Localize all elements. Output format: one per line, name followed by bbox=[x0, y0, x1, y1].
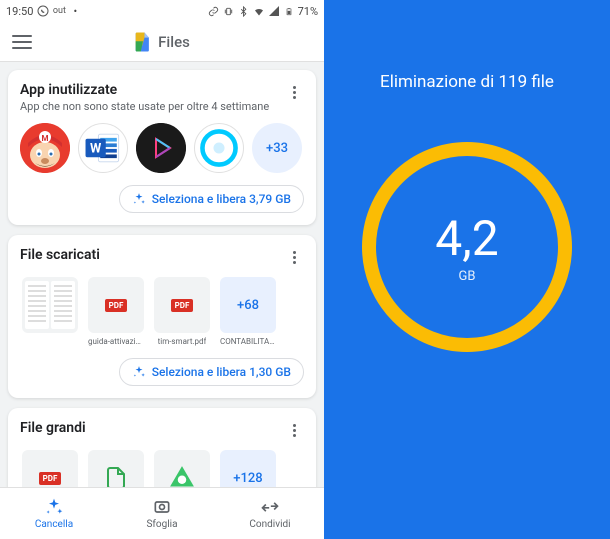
download-item[interactable]: +68 CONTABILITA_PU... bbox=[218, 277, 278, 346]
unused-apps-free-label: Seleziona e libera 3,79 GB bbox=[152, 192, 291, 206]
download-item-label: CONTABILITA_PU... bbox=[220, 337, 276, 346]
status-time: 19:50 bbox=[6, 5, 33, 18]
large-file-item[interactable]: Crash Bandicoot O... bbox=[86, 450, 146, 487]
progress-value: 4,2 bbox=[435, 210, 498, 267]
unused-apps-free-button[interactable]: Seleziona e libera 3,79 GB bbox=[119, 185, 304, 213]
bottom-nav: Cancella Sfoglia Condividi bbox=[0, 487, 324, 539]
deletion-title: Eliminazione di 119 file bbox=[380, 72, 554, 92]
signal-icon bbox=[268, 5, 280, 17]
nav-share[interactable]: Condividi bbox=[235, 497, 305, 530]
nav-browse-label: Sfoglia bbox=[146, 519, 177, 530]
progress-unit: GB bbox=[459, 269, 476, 284]
out-icon: out bbox=[53, 5, 65, 17]
unused-apps-more-count[interactable]: +33 bbox=[252, 123, 302, 173]
battery-percent: 71% bbox=[298, 5, 318, 18]
pdf-icon: PDF bbox=[39, 472, 62, 485]
bluetooth-icon bbox=[238, 5, 250, 17]
link-icon bbox=[208, 5, 220, 17]
large-file-item[interactable]: PDF Lakdawala, Cyrus ... bbox=[20, 450, 80, 487]
file-icon bbox=[104, 466, 128, 487]
deletion-progress-screen: Eliminazione di 119 file 4,2 GB bbox=[324, 0, 610, 539]
downloads-more-button[interactable] bbox=[284, 247, 304, 267]
battery-icon bbox=[283, 5, 295, 17]
download-item-label: guida-attivazione-f... bbox=[88, 337, 144, 346]
sparkle-icon bbox=[132, 192, 146, 206]
files-logo-icon bbox=[134, 31, 152, 53]
downloads-title: File scaricati bbox=[20, 247, 100, 263]
dot-icon: • bbox=[69, 5, 81, 17]
unused-apps-more-button[interactable] bbox=[284, 82, 304, 102]
large-files-more-count: +128 bbox=[220, 450, 276, 487]
unused-apps-subtitle: App che non sono state usate per oltre 4… bbox=[20, 100, 269, 113]
large-file-item[interactable]: +128 APKPure_v3.17.12... bbox=[218, 450, 278, 487]
status-bar: 19:50 out • bbox=[0, 0, 324, 22]
svg-text:W: W bbox=[90, 142, 102, 157]
browse-icon bbox=[152, 497, 172, 517]
app-icon-alexa[interactable] bbox=[194, 123, 244, 173]
large-files-card: File grandi PDF Lakdawala, Cyrus ... Cra… bbox=[8, 408, 316, 487]
card-scroll-area: App inutilizzate App che non sono state … bbox=[0, 62, 324, 487]
downloads-card: File scaricati PDF guida-attivazione-f..… bbox=[8, 235, 316, 398]
sparkle-icon bbox=[132, 365, 146, 379]
files-app-screen: 19:50 out • bbox=[0, 0, 324, 539]
app-icon-word[interactable]: W bbox=[78, 123, 128, 173]
pdf-icon: PDF bbox=[105, 299, 128, 312]
app-icon-mario[interactable]: M bbox=[20, 123, 70, 173]
downloads-free-label: Seleziona e libera 1,30 GB bbox=[152, 365, 291, 379]
app-icon-video[interactable] bbox=[136, 123, 186, 173]
unused-apps-card: App inutilizzate App che non sono state … bbox=[8, 70, 316, 225]
app-bar: Files bbox=[0, 22, 324, 62]
download-item-label: tim-smart.pdf bbox=[158, 337, 207, 346]
unused-apps-title: App inutilizzate bbox=[20, 82, 269, 98]
share-icon bbox=[260, 497, 280, 517]
menu-button[interactable] bbox=[12, 35, 32, 49]
progress-ring: 4,2 GB bbox=[362, 142, 572, 352]
nav-clean-label: Cancella bbox=[35, 519, 73, 530]
wifi-icon bbox=[253, 5, 265, 17]
downloads-more-count: +68 bbox=[220, 277, 276, 333]
document-thumbnail-icon bbox=[51, 281, 75, 329]
pdf-icon: PDF bbox=[171, 299, 194, 312]
download-item[interactable]: PDF tim-smart.pdf bbox=[152, 277, 212, 346]
nav-share-label: Condividi bbox=[249, 519, 290, 530]
large-files-more-button[interactable] bbox=[284, 420, 304, 440]
downloads-free-button[interactable]: Seleziona e libera 1,30 GB bbox=[119, 358, 304, 386]
vibrate-icon bbox=[223, 5, 235, 17]
sparkle-icon bbox=[44, 497, 64, 517]
svg-text:M: M bbox=[41, 134, 48, 143]
nav-clean[interactable]: Cancella bbox=[19, 497, 89, 530]
large-file-item[interactable]: APKPure_v3.17.12... bbox=[152, 450, 212, 487]
nav-browse[interactable]: Sfoglia bbox=[127, 497, 197, 530]
app-title: Files bbox=[158, 33, 190, 51]
large-files-title: File grandi bbox=[20, 420, 86, 436]
download-item[interactable]: PDF guida-attivazione-f... bbox=[86, 277, 146, 346]
document-thumbnail-icon bbox=[25, 281, 49, 329]
apkpure-icon bbox=[165, 461, 199, 487]
whatsapp-icon bbox=[37, 5, 49, 17]
download-item[interactable] bbox=[20, 277, 80, 346]
